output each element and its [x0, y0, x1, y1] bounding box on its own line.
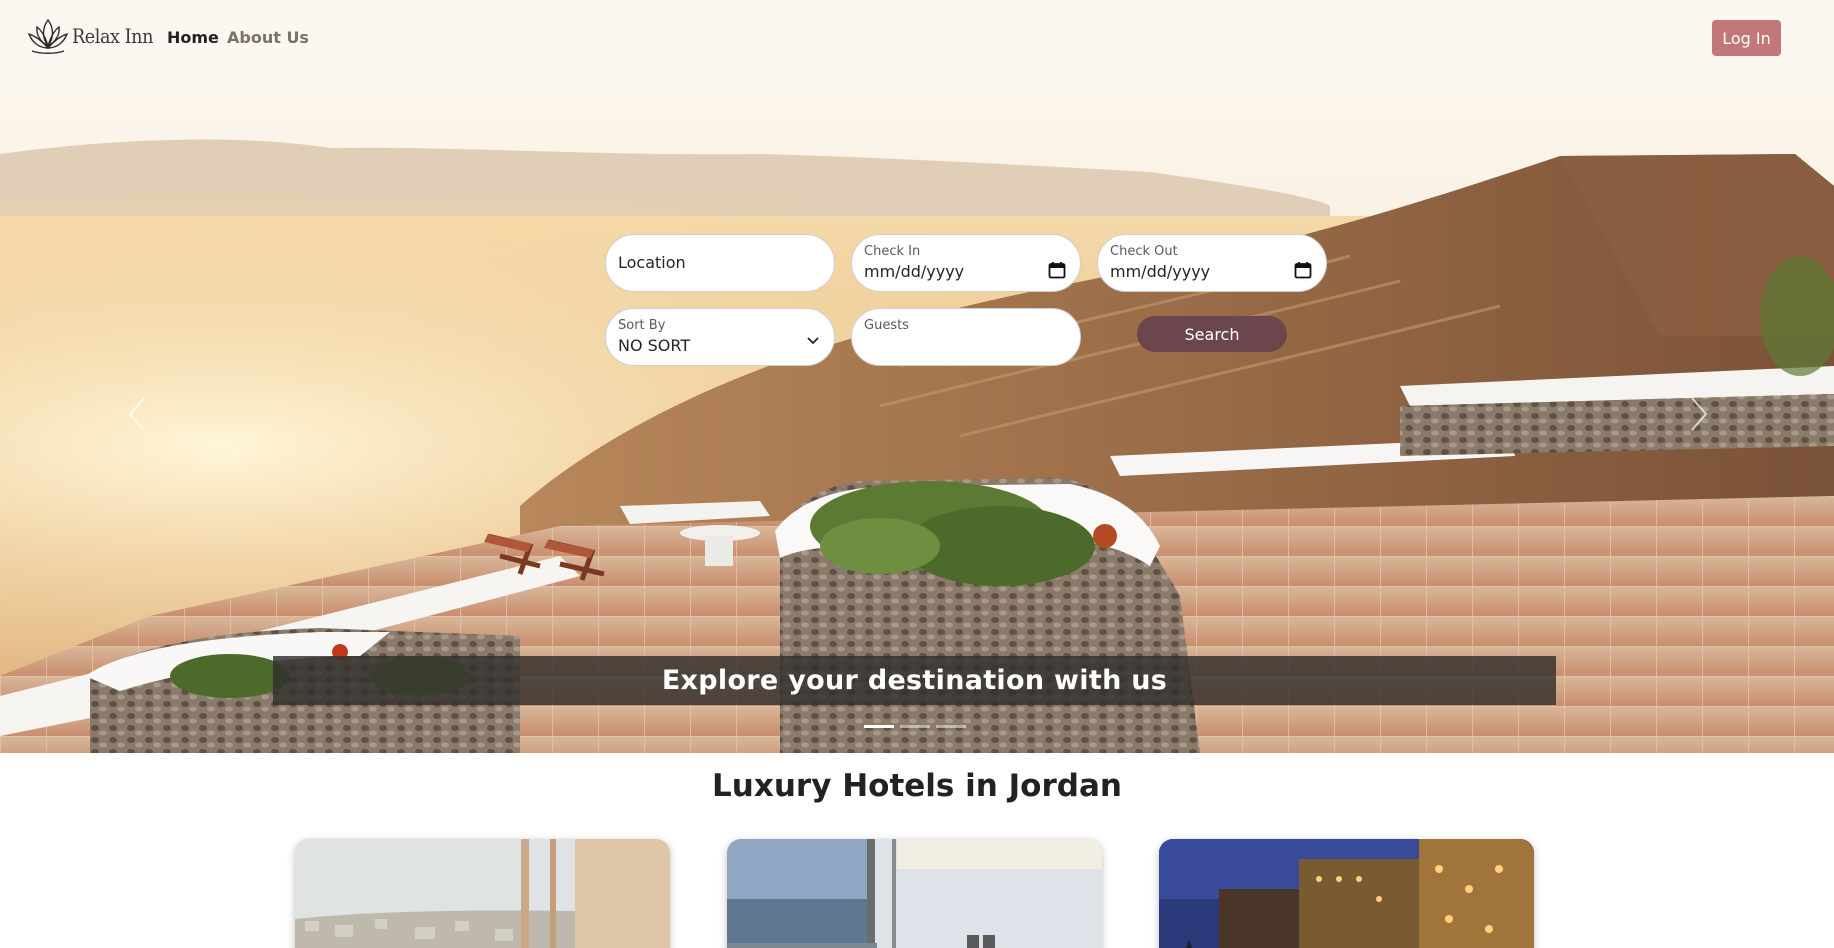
sort-by-value: NO SORT [618, 336, 691, 355]
guests-label: Guests [864, 318, 909, 333]
hotel-card[interactable] [727, 839, 1102, 948]
chevron-right-icon[interactable] [1684, 394, 1714, 434]
check-in-date-input[interactable]: Check In mm/dd/yyyy [851, 234, 1081, 292]
nav-link-home[interactable]: Home [167, 28, 219, 47]
carousel-indicators [864, 725, 966, 728]
check-out-value: mm/dd/yyyy [1110, 262, 1211, 281]
navbar: Relax Inn Home About Us Log In [0, 0, 1834, 76]
check-out-label: Check Out [1110, 244, 1178, 259]
sort-by-label: Sort By [618, 318, 666, 333]
hotel-image [1159, 839, 1534, 948]
hotel-card[interactable] [1159, 839, 1534, 948]
hero-caption-text: Explore your destination with us [661, 665, 1168, 696]
calendar-icon[interactable] [1294, 261, 1312, 279]
carousel-indicator-1[interactable] [864, 725, 894, 728]
lotus-logo-icon [27, 18, 69, 54]
hotel-image [727, 839, 1102, 948]
search-button[interactable]: Search [1137, 316, 1287, 352]
carousel-indicator-2[interactable] [900, 725, 930, 728]
guests-input[interactable]: Guests [851, 308, 1081, 366]
check-in-label: Check In [864, 244, 921, 259]
sort-by-select[interactable]: Sort By NO SORT [605, 308, 835, 366]
search-form: Location Check In mm/dd/yyyy Check Out m… [0, 76, 1834, 753]
location-placeholder: Location [618, 253, 686, 272]
brand-name: Relax Inn [72, 24, 153, 48]
chevron-left-icon[interactable] [122, 394, 152, 434]
section-title: Luxury Hotels in Jordan [712, 768, 1122, 804]
chevron-down-icon [807, 337, 819, 345]
check-out-date-input[interactable]: Check Out mm/dd/yyyy [1097, 234, 1327, 292]
hero-carousel: Location Check In mm/dd/yyyy Check Out m… [0, 76, 1834, 753]
location-input[interactable]: Location [605, 234, 835, 292]
hotel-card[interactable] [295, 839, 670, 948]
hero-caption: Explore your destination with us [273, 656, 1556, 705]
brand[interactable]: Relax Inn [26, 14, 164, 58]
nav-link-about-us[interactable]: About Us [227, 28, 309, 47]
check-in-value: mm/dd/yyyy [864, 262, 965, 281]
calendar-icon[interactable] [1048, 261, 1066, 279]
carousel-indicator-3[interactable] [936, 725, 966, 728]
log-in-button[interactable]: Log In [1712, 20, 1781, 56]
hotel-image [295, 839, 670, 948]
